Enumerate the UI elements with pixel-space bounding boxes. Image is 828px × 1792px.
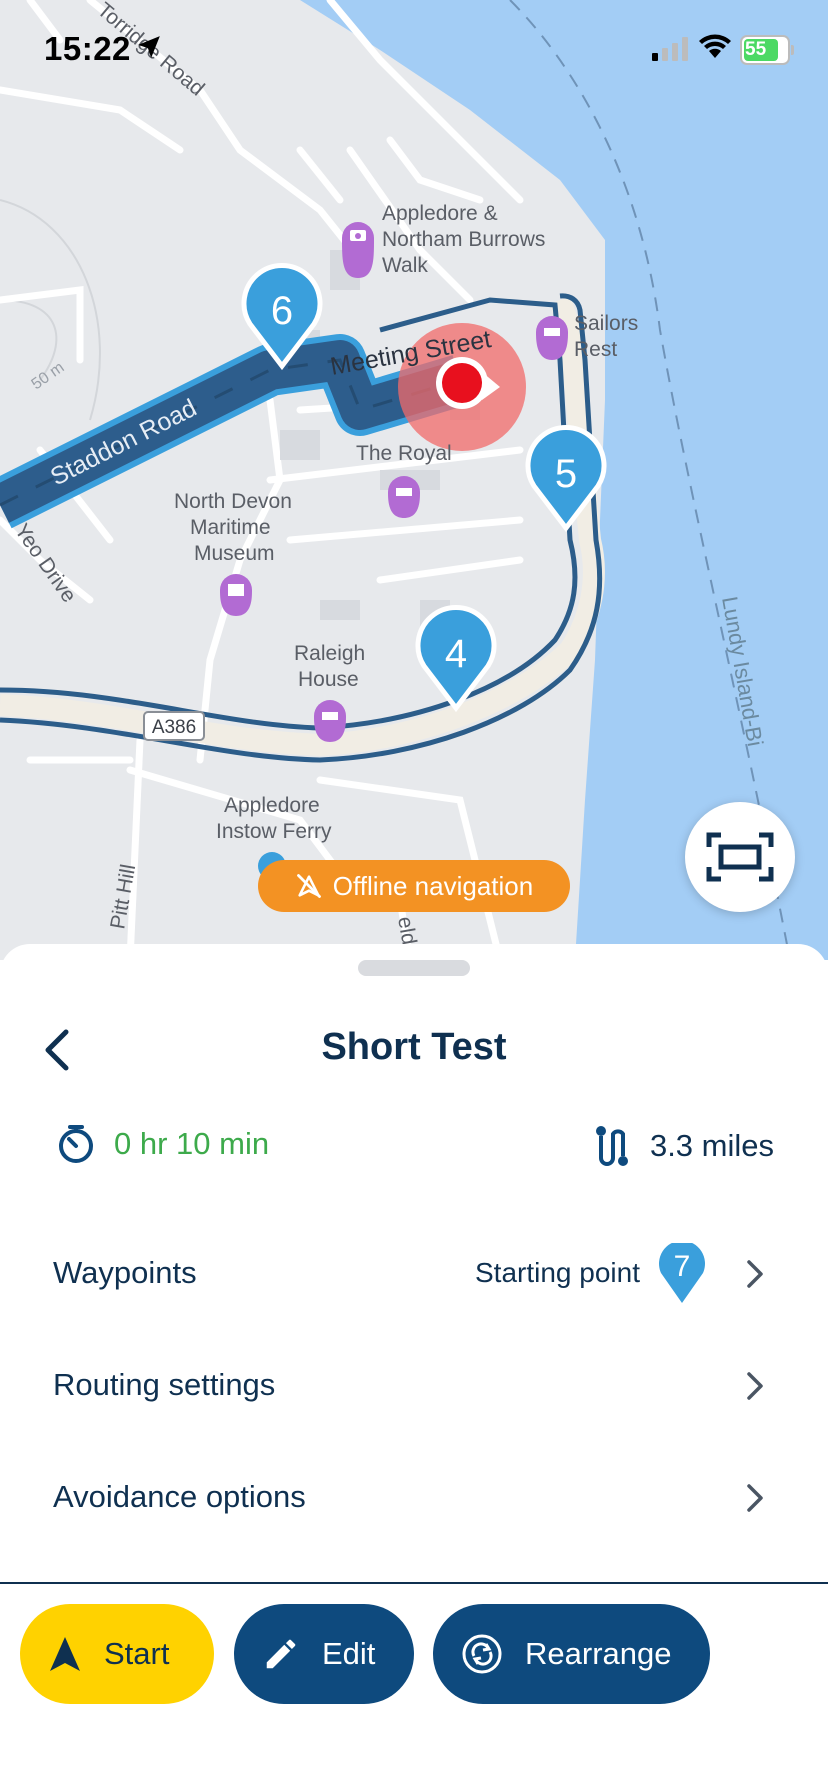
divider <box>0 1582 828 1584</box>
map-label-walk-3: Walk <box>382 254 428 277</box>
status-time: 15:22 <box>44 30 131 67</box>
poi-hotel-icon[interactable] <box>314 700 346 742</box>
map-label-raleigh-1: Raleigh <box>294 642 365 665</box>
start-label: Start <box>104 1636 170 1671</box>
road-shield-a386: A386 <box>143 711 205 741</box>
poi-hotel-icon[interactable] <box>388 476 420 518</box>
navigation-arrow-icon <box>50 1637 80 1671</box>
map-label-walk-1: Appledore & <box>382 202 498 225</box>
map-label-ferry-2: Instow Ferry <box>216 820 332 843</box>
poi-museum-icon[interactable] <box>220 574 252 616</box>
distance-value: 3.3 miles <box>649 1128 774 1163</box>
route-title: Short Test <box>321 1026 507 1068</box>
route-sheet: Short Test 0 hr 10 min 3.3 miles Waypoin… <box>0 944 828 1792</box>
stopwatch-icon <box>59 1125 93 1163</box>
route-duration: 0 hr 10 min <box>56 1124 269 1164</box>
svg-text:A386: A386 <box>152 717 196 738</box>
routing-settings-row[interactable]: Routing settings <box>0 1337 828 1437</box>
battery-level: 55 <box>745 39 767 60</box>
poi-hotel-icon[interactable] <box>536 316 568 360</box>
offline-navigation-icon <box>296 874 321 898</box>
svg-text:6: 6 <box>271 289 293 333</box>
map-label-museum-2: Maritime <box>190 516 271 539</box>
wifi-icon <box>699 34 731 58</box>
edit-button[interactable]: Edit <box>234 1604 414 1704</box>
map-label-the-royal: The Royal <box>356 442 452 465</box>
map-label-sailors-1: Sailors <box>574 312 638 335</box>
edit-label: Edit <box>322 1636 376 1671</box>
fit-route-button[interactable] <box>685 802 795 912</box>
waypoints-label: Waypoints <box>53 1255 197 1290</box>
avoidance-options-label: Avoidance options <box>53 1479 306 1514</box>
map-label-sailors-2: Rest <box>574 338 617 361</box>
battery-icon: 55 <box>740 35 794 65</box>
map-label-ferry-1: Appledore <box>224 794 320 817</box>
fit-to-screen-icon <box>706 832 774 882</box>
route-distance-icon <box>595 1126 628 1166</box>
waypoint-count-pin: 7 <box>659 1243 705 1303</box>
status-bar: 15:22 55 <box>0 0 828 100</box>
routing-settings-label: Routing settings <box>53 1367 276 1402</box>
route-distance: 3.3 miles <box>592 1124 774 1168</box>
start-button[interactable]: Start <box>20 1604 214 1704</box>
chevron-right-icon <box>747 1484 763 1512</box>
location-arrow-icon <box>138 36 160 58</box>
map-label-raleigh-2: House <box>298 668 359 691</box>
pencil-icon <box>266 1639 296 1669</box>
offline-navigation-badge[interactable]: Offline navigation <box>258 860 570 912</box>
map-label-walk-2: Northam Burrows <box>382 228 545 251</box>
poi-photo-icon[interactable] <box>342 222 374 278</box>
map-label-museum-3: Museum <box>194 542 275 565</box>
map-label-museum-1: North Devon <box>174 490 292 513</box>
map-label-field: eld <box>393 915 421 947</box>
svg-text:7: 7 <box>674 1250 691 1283</box>
rearrange-icon <box>462 1634 502 1674</box>
waypoints-value: Starting point <box>475 1257 640 1288</box>
signal-icon <box>652 37 688 61</box>
waypoints-row[interactable]: Waypoints Starting point 7 <box>0 1225 828 1325</box>
chevron-right-icon <box>747 1372 763 1400</box>
svg-text:5: 5 <box>555 452 577 496</box>
rearrange-label: Rearrange <box>525 1636 672 1671</box>
svg-text:4: 4 <box>445 632 467 676</box>
avoidance-options-row[interactable]: Avoidance options <box>0 1449 828 1549</box>
sheet-handle[interactable] <box>358 960 470 976</box>
offline-navigation-label: Offline navigation <box>332 870 534 901</box>
chevron-right-icon <box>747 1260 763 1288</box>
duration-value: 0 hr 10 min <box>114 1126 270 1161</box>
rearrange-button[interactable]: Rearrange <box>433 1604 710 1704</box>
